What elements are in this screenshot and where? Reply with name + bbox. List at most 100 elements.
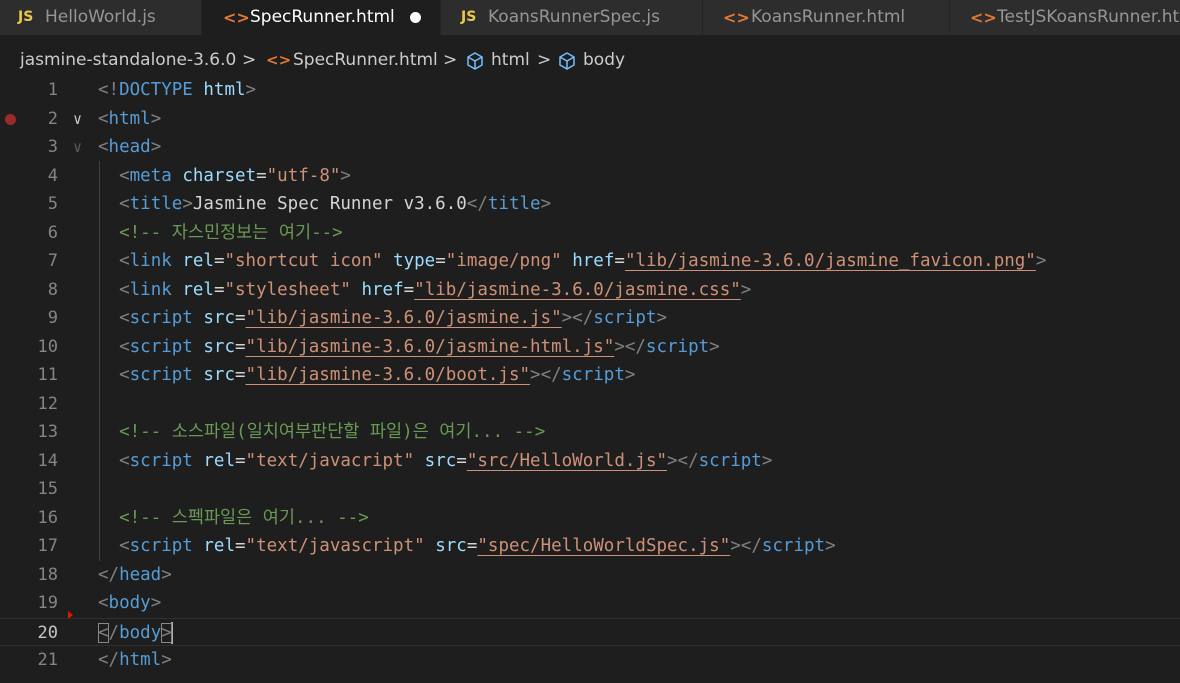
tab-koansrunnerspec-js[interactable]: JS KoansRunnerSpec.js — [441, 0, 703, 35]
code-token: "spec/HelloWorldSpec.js" — [477, 536, 731, 556]
fold-chevron-icon[interactable]: ∨ — [73, 105, 82, 134]
line-number: 20 — [37, 622, 58, 643]
code-line[interactable]: 9 <script src="lib/jasmine-3.6.0/jasmine… — [0, 304, 1180, 333]
code-token: / — [108, 622, 120, 643]
code-token: script — [129, 450, 193, 471]
code-token: title — [487, 194, 541, 214]
code-line[interactable]: 10 <script src="lib/jasmine-3.6.0/jasmin… — [0, 333, 1180, 362]
tab-helloworld-js[interactable]: JS HelloWorld.js — [0, 0, 202, 35]
code-token: src — [435, 536, 467, 556]
code-token: "image/png" — [445, 251, 562, 271]
code-line[interactable]: 21 </html> — [0, 646, 1180, 675]
fold-chevron-icon[interactable]: ∨ — [73, 133, 82, 162]
code-text: <!-- 자스민정보는 여기--> — [98, 219, 343, 248]
tab-koansrunner-html[interactable]: <> KoansRunner.html — [703, 0, 950, 35]
code-line[interactable]: 1 <!DOCTYPE html> — [0, 76, 1180, 105]
code-token: > — [825, 536, 836, 556]
code-token: "shortcut icon" — [224, 251, 383, 271]
code-token: < — [119, 536, 130, 556]
code-token: = — [235, 365, 246, 385]
code-token: = — [614, 251, 625, 271]
tab-testjskoansrunner-ht[interactable]: <> TestJSKoansRunner.ht — [950, 0, 1180, 35]
code-token: > — [709, 336, 720, 357]
line-number: 4 — [47, 165, 58, 186]
tab-specrunner-html[interactable]: <> SpecRunner.html — [202, 0, 441, 35]
code-line[interactable]: 17 <script rel="text/javascript" src="sp… — [0, 532, 1180, 561]
code-token: > — [161, 650, 172, 670]
code-line[interactable]: 13 <!-- 소스파일(일치여부판단할 파일)은 여기... --> — [0, 418, 1180, 447]
breadcrumb-html[interactable]: html — [491, 45, 530, 75]
tab-label: KoansRunnerSpec.js — [488, 7, 660, 27]
element-cube-icon — [559, 52, 575, 70]
code-token: < — [98, 137, 109, 157]
code-line[interactable]: 14 <script rel="text/javacript" src="src… — [0, 447, 1180, 476]
code-text: <!DOCTYPE html> — [98, 76, 256, 105]
code-line[interactable]: 4 <meta charset="utf-8"> — [0, 162, 1180, 191]
code-line[interactable]: 12 — [0, 390, 1180, 419]
code-token: = — [235, 450, 246, 471]
code-text: <script rel="text/javascript" src="spec/… — [98, 532, 836, 561]
code-line[interactable]: 11 <script src="lib/jasmine-3.6.0/boot.j… — [0, 361, 1180, 390]
code-text: <script src="lib/jasmine-3.6.0/jasmine-h… — [98, 333, 720, 362]
code-token: ></ — [530, 365, 562, 385]
code-token: > — [150, 137, 162, 157]
js-file-icon: JS — [461, 9, 477, 25]
breadcrumb-body[interactable]: body — [583, 45, 625, 75]
code-token: script — [593, 308, 657, 328]
code-line[interactable]: 15 — [0, 475, 1180, 504]
code-line[interactable]: 20 </body> — [0, 617, 1180, 646]
code-token: > — [182, 194, 193, 214]
code-line[interactable]: 6 <!-- 자스민정보는 여기--> — [0, 219, 1180, 248]
line-number: 14 — [37, 450, 58, 471]
code-line[interactable]: 2 ∨ <html> — [0, 105, 1180, 134]
code-line[interactable]: 18 </head> — [0, 561, 1180, 590]
code-token: body — [108, 593, 151, 613]
breadcrumb-separator: > — [242, 50, 257, 70]
code-token: rel — [203, 536, 235, 556]
code-token: script — [561, 365, 625, 385]
code-token: > — [656, 308, 667, 328]
code-line[interactable]: 19 <body> — [0, 589, 1180, 619]
tab-label: KoansRunner.html — [751, 7, 906, 27]
code-text: </head> — [98, 561, 172, 590]
code-token: ></ — [730, 536, 762, 556]
code-token: < — [119, 279, 130, 300]
code-token: = — [213, 279, 225, 300]
code-token: href — [361, 279, 404, 300]
code-line[interactable]: 7 <link rel="shortcut icon" type="image/… — [0, 247, 1180, 276]
code-text: <script src="lib/jasmine-3.6.0/jasmine.j… — [98, 304, 667, 333]
code-line[interactable]: 8 <link rel="stylesheet" href="lib/jasmi… — [0, 276, 1180, 305]
code-text: <head> — [98, 133, 161, 162]
code-token: <!-- 자스민정보는 여기--> — [119, 222, 343, 243]
code-line[interactable]: 3 ∨ <head> — [0, 133, 1180, 162]
code-line[interactable]: 5 <title>Jasmine Spec Runner v3.6.0</tit… — [0, 190, 1180, 219]
unsaved-dot-icon[interactable] — [410, 12, 421, 23]
code-token: script — [129, 536, 193, 556]
code-token: ></ — [561, 308, 594, 328]
code-token: src — [424, 450, 457, 471]
code-token: rel — [182, 279, 214, 300]
text-cursor — [170, 621, 173, 644]
code-token: < — [119, 365, 130, 385]
code-token: link — [129, 279, 172, 300]
breakpoint-icon[interactable] — [5, 113, 16, 125]
code-token: <!-- 스펙파일은 여기... --> — [119, 507, 369, 528]
breadcrumb-separator: > — [443, 50, 458, 70]
code-editor[interactable]: 1 <!DOCTYPE html> 2 ∨ <html> 3 ∨ <head> 4 <meta … — [0, 76, 1180, 683]
code-token: body — [119, 622, 162, 643]
breadcrumb-file[interactable]: SpecRunner.html — [293, 45, 438, 75]
code-text: <!-- 스펙파일은 여기... --> — [98, 504, 369, 533]
code-line[interactable]: 16 <!-- 스펙파일은 여기... --> — [0, 504, 1180, 533]
line-number: 1 — [47, 80, 58, 100]
breadcrumb-folder[interactable]: jasmine-standalone-3.6.0 — [20, 45, 236, 75]
code-token: < — [119, 165, 130, 186]
line-number: 5 — [47, 194, 58, 214]
line-number: 13 — [37, 422, 58, 442]
code-token: > — [161, 564, 172, 585]
code-token: < — [98, 593, 109, 613]
